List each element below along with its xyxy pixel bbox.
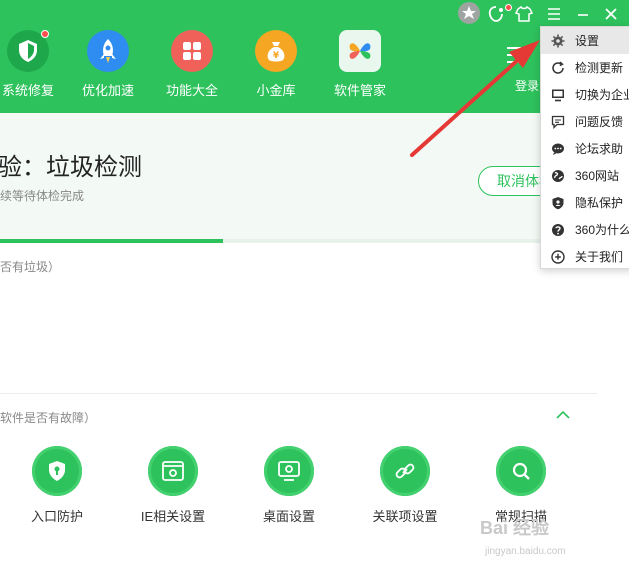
menu-item-about[interactable]: 关于我们 bbox=[541, 243, 629, 270]
tool-association-settings[interactable]: 关联项设置 bbox=[357, 446, 453, 525]
scan-status-panel: 验：垃圾检测 续等待体检完成 取消体检 bbox=[0, 113, 629, 243]
shirt-icon[interactable] bbox=[514, 4, 534, 24]
menu-item-enterprise[interactable]: 切换为企业版 bbox=[541, 81, 629, 108]
menu-item-label: 360网站 bbox=[575, 169, 620, 183]
grid-icon bbox=[171, 30, 213, 72]
menu-item-label: 论坛求助 bbox=[575, 142, 624, 156]
menu-item-label: 360为什么免费 bbox=[575, 223, 629, 237]
nav-label: 系统修复 bbox=[1, 83, 54, 98]
menu-item-label: 检测更新 bbox=[575, 61, 624, 75]
junk-section-label: 否有垃圾） bbox=[0, 260, 61, 274]
nav-item-features[interactable]: 功能大全 bbox=[152, 30, 232, 99]
menu-icon[interactable] bbox=[544, 4, 564, 24]
header-bar: 系统修复 优化加速 功能大全 ¥ 小金库 软件管家 登录 bbox=[0, 0, 629, 113]
menu-item-label: 切换为企业版 bbox=[575, 88, 629, 102]
tool-ie-settings[interactable]: IE相关设置 bbox=[125, 446, 221, 525]
nav-item-software-manager[interactable]: 软件管家 bbox=[320, 30, 400, 99]
menu-item-check-update[interactable]: 检测更新 bbox=[541, 54, 629, 81]
globe-icon bbox=[552, 169, 564, 182]
money-bag-icon: ¥ bbox=[255, 30, 297, 72]
login-avatar-icon[interactable] bbox=[505, 44, 535, 72]
minimize-icon[interactable] bbox=[573, 4, 593, 24]
info-icon bbox=[551, 249, 565, 264]
nav-item-optimize[interactable]: 优化加速 bbox=[68, 30, 148, 99]
menu-item-forum[interactable]: 论坛求助 bbox=[541, 135, 629, 162]
nav-item-system-repair[interactable]: 系统修复 bbox=[0, 30, 68, 99]
butterfly-icon bbox=[339, 30, 381, 72]
menu-item-label: 隐私保护 bbox=[575, 196, 624, 210]
menu-item-label: 关于我们 bbox=[575, 250, 624, 264]
nav-label: 软件管家 bbox=[333, 83, 386, 98]
menu-item-why-free[interactable]: 360为什么免费 bbox=[541, 216, 629, 243]
link-icon bbox=[380, 446, 430, 496]
nav-label: 优化加速 bbox=[81, 83, 134, 98]
shield-icon bbox=[7, 30, 49, 72]
menu-item-feedback[interactable]: 问题反馈 bbox=[541, 108, 629, 135]
privacy-shield-icon bbox=[552, 196, 564, 209]
gear-icon bbox=[551, 34, 565, 47]
login-label[interactable]: 登录 bbox=[515, 77, 539, 94]
menu-item-settings[interactable]: 设置 bbox=[541, 27, 629, 54]
nav-label: 功能大全 bbox=[165, 83, 218, 98]
menu-item-privacy[interactable]: 隐私保护 bbox=[541, 189, 629, 216]
notification-dot bbox=[505, 4, 512, 11]
feedback-icon bbox=[551, 115, 565, 129]
chevron-up-icon[interactable] bbox=[556, 408, 570, 422]
tool-label: 入口防护 bbox=[30, 509, 83, 524]
nav-item-vault[interactable]: ¥ 小金库 bbox=[236, 30, 316, 99]
scan-subtitle: 续等待体检完成 bbox=[0, 189, 85, 203]
tool-desktop-settings[interactable]: 桌面设置 bbox=[241, 446, 337, 525]
tool-label: 关联项设置 bbox=[372, 509, 438, 524]
chat-icon bbox=[552, 143, 564, 155]
monitor-icon bbox=[552, 89, 564, 101]
skin-icon[interactable] bbox=[486, 4, 506, 24]
close-icon[interactable] bbox=[601, 4, 621, 24]
magnifier-icon bbox=[496, 446, 546, 496]
nav-label: 小金库 bbox=[256, 83, 296, 98]
divider bbox=[0, 393, 597, 394]
menu-item-label: 设置 bbox=[575, 34, 600, 48]
watermark-logo: Bai 经验 bbox=[480, 518, 550, 538]
tool-entry-protection[interactable]: 入口防护 bbox=[9, 446, 105, 525]
refresh-icon bbox=[552, 60, 564, 74]
scan-progress-fill bbox=[0, 239, 224, 243]
watermark-url: jingyan.baidu.com bbox=[485, 546, 566, 557]
medal-icon[interactable] bbox=[458, 2, 480, 24]
svg-text:¥: ¥ bbox=[273, 51, 280, 61]
tool-label: 桌面设置 bbox=[262, 509, 315, 524]
scan-title: 验：垃圾检测 bbox=[0, 154, 142, 181]
main-dropdown-menu: 设置 检测更新 切换为企业版 问题反馈 论坛求助 360网站 隐私保护 360为… bbox=[540, 26, 629, 269]
browser-gear-icon bbox=[148, 446, 198, 496]
fault-section-label: 软件是否有故障） bbox=[0, 411, 97, 425]
help-icon bbox=[552, 223, 564, 236]
notification-dot bbox=[41, 30, 49, 38]
menu-item-label: 问题反馈 bbox=[575, 115, 624, 129]
scan-progress-bar bbox=[0, 239, 629, 243]
menu-item-website[interactable]: 360网站 bbox=[541, 162, 629, 189]
lock-shield-icon bbox=[32, 446, 82, 496]
monitor-icon bbox=[264, 446, 314, 496]
tool-label: IE相关设置 bbox=[140, 509, 206, 524]
rocket-icon bbox=[87, 30, 129, 72]
